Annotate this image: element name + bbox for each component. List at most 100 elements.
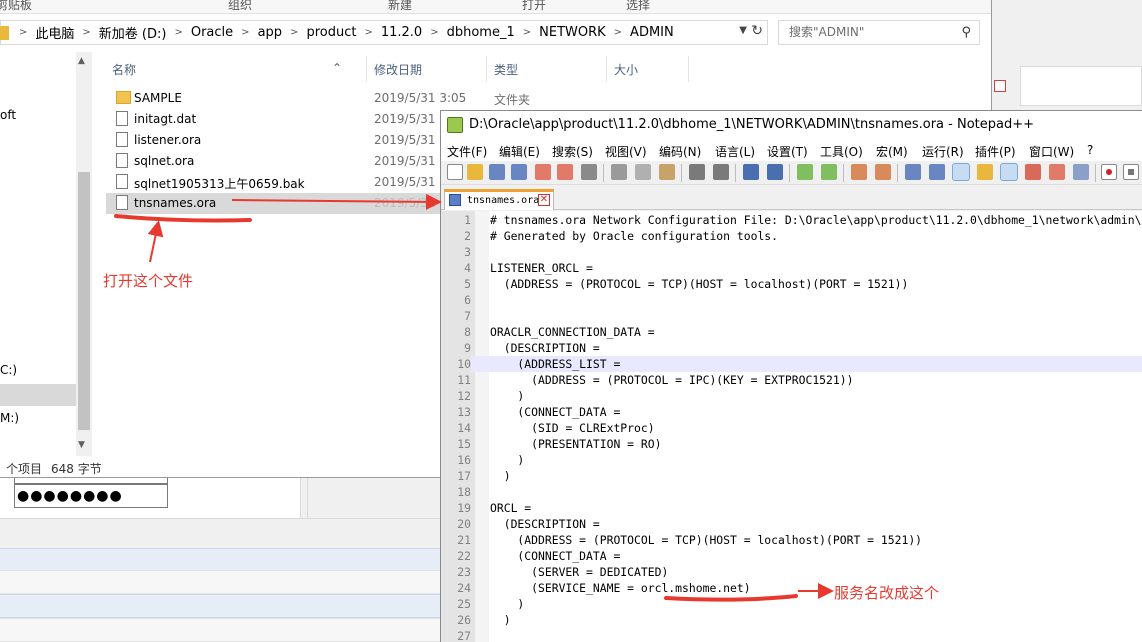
new-file-icon[interactable] bbox=[447, 164, 463, 180]
doc-map-icon[interactable] bbox=[1000, 163, 1018, 181]
code-line[interactable]: 3 bbox=[441, 244, 1142, 260]
code-editor[interactable]: 1 # tnsnames.ora Network Configuration Fi… bbox=[441, 211, 1142, 642]
code-line[interactable]: 5 (ADDRESS = (PROTOCOL = TCP)(HOST = loc… bbox=[441, 276, 1142, 292]
chevron-right-icon[interactable]: > bbox=[519, 27, 535, 38]
breadcrumb-network[interactable]: NETWORK bbox=[535, 25, 610, 40]
sync-vertical-icon[interactable] bbox=[851, 164, 867, 180]
column-divider[interactable] bbox=[366, 56, 367, 82]
scroll-up-icon[interactable]: ▲ bbox=[78, 56, 85, 66]
menu-macro[interactable]: 宏(M) bbox=[876, 143, 908, 160]
nav-scrollbar[interactable]: ▲ ▼ bbox=[76, 52, 92, 456]
code-line[interactable]: 19 ORCL = bbox=[441, 500, 1142, 516]
code-line[interactable]: 23 (SERVER = DEDICATED) bbox=[441, 564, 1142, 580]
undo-icon[interactable] bbox=[689, 164, 705, 180]
code-line[interactable]: 21 (ADDRESS = (PROTOCOL = TCP)(HOST = lo… bbox=[441, 532, 1142, 548]
code-line[interactable]: 20 (DESCRIPTION = bbox=[441, 516, 1142, 532]
code-line[interactable]: 7 bbox=[441, 308, 1142, 324]
column-divider[interactable] bbox=[606, 56, 607, 82]
menu-help[interactable]: ? bbox=[1087, 143, 1093, 157]
close-file-icon[interactable] bbox=[535, 164, 551, 180]
open-file-icon[interactable] bbox=[467, 164, 483, 180]
search-input[interactable]: 搜索"ADMIN" ⚲ bbox=[778, 20, 980, 45]
background-checkbox[interactable] bbox=[994, 80, 1006, 92]
nav-item[interactable]: oft bbox=[0, 108, 16, 122]
column-divider[interactable] bbox=[688, 56, 689, 82]
copy-icon[interactable] bbox=[635, 164, 651, 180]
chevron-down-icon[interactable]: ▼ bbox=[739, 25, 747, 36]
code-line[interactable]: 6 bbox=[441, 292, 1142, 308]
zoom-out-icon[interactable] bbox=[821, 164, 837, 180]
breadcrumb-drive[interactable]: 新加卷 (D:) bbox=[95, 23, 171, 42]
column-size[interactable]: 大小 bbox=[614, 61, 638, 78]
menu-view[interactable]: 视图(V) bbox=[605, 143, 647, 160]
code-line[interactable]: 17 ) bbox=[441, 468, 1142, 484]
chevron-right-icon[interactable]: > bbox=[237, 27, 253, 38]
chevron-right-icon[interactable]: > bbox=[15, 27, 31, 38]
zoom-in-icon[interactable] bbox=[797, 164, 813, 180]
chevron-right-icon[interactable]: > bbox=[170, 27, 186, 38]
code-line[interactable]: 18 bbox=[441, 484, 1142, 500]
code-line[interactable]: 11 (ADDRESS = (PROTOCOL = IPC)(KEY = EXT… bbox=[441, 372, 1142, 388]
code-line[interactable]: 15 (PRESENTATION = RO) bbox=[441, 436, 1142, 452]
menu-tools[interactable]: 工具(O) bbox=[820, 143, 863, 160]
menu-edit[interactable]: 编辑(E) bbox=[499, 143, 540, 160]
sync-horizontal-icon[interactable] bbox=[875, 164, 891, 180]
nav-item[interactable]: M:) bbox=[0, 411, 19, 425]
code-line[interactable]: 25 ) bbox=[441, 596, 1142, 612]
code-line[interactable]: 14 (SID = CLRExtProc) bbox=[441, 420, 1142, 436]
code-line[interactable]: 26 ) bbox=[441, 612, 1142, 628]
scroll-down-icon[interactable]: ▼ bbox=[78, 440, 85, 450]
search-icon[interactable]: ⚲ bbox=[961, 21, 971, 44]
chevron-right-icon[interactable]: > bbox=[360, 27, 376, 38]
chevron-right-icon[interactable]: > bbox=[426, 27, 442, 38]
file-row-folder[interactable]: SAMPLE 2019/5/31 3:05 文件夹 bbox=[106, 88, 986, 109]
function-list-icon[interactable] bbox=[1025, 164, 1041, 180]
find-icon[interactable] bbox=[743, 164, 759, 180]
column-type[interactable]: 类型 bbox=[494, 61, 518, 78]
menu-language[interactable]: 语言(L) bbox=[715, 143, 755, 160]
menu-settings[interactable]: 设置(T) bbox=[767, 143, 808, 160]
menu-search[interactable]: 搜索(S) bbox=[552, 143, 593, 160]
stop-macro-icon[interactable] bbox=[1123, 164, 1139, 180]
menu-file[interactable]: 文件(F) bbox=[447, 143, 487, 160]
column-divider[interactable] bbox=[486, 56, 487, 82]
refresh-icon[interactable]: ↻ bbox=[751, 23, 763, 39]
nav-item-selected[interactable] bbox=[0, 384, 76, 406]
close-icon[interactable]: ✕ bbox=[538, 194, 550, 206]
breadcrumb-app[interactable]: app bbox=[254, 25, 286, 40]
tab-tnsnames[interactable]: tnsnames.ora ✕ bbox=[444, 189, 554, 210]
breadcrumb-this-pc[interactable]: 此电脑 bbox=[31, 23, 78, 42]
menu-run[interactable]: 运行(R) bbox=[922, 143, 964, 160]
chevron-right-icon[interactable]: > bbox=[78, 27, 94, 38]
scrollbar-thumb[interactable] bbox=[78, 172, 90, 430]
nav-item[interactable]: C:) bbox=[0, 363, 17, 377]
code-line[interactable]: 16 ) bbox=[441, 452, 1142, 468]
cut-icon[interactable] bbox=[611, 164, 627, 180]
close-all-icon[interactable] bbox=[557, 164, 573, 180]
replace-icon[interactable] bbox=[767, 164, 783, 180]
paste-icon[interactable] bbox=[659, 164, 675, 180]
code-line[interactable]: 8 ORACLR_CONNECTION_DATA = bbox=[441, 324, 1142, 340]
background-password-field[interactable]: ●●●●●●●● bbox=[14, 484, 168, 508]
code-line[interactable]: 22 (CONNECT_DATA = bbox=[441, 548, 1142, 564]
record-macro-icon[interactable] bbox=[1101, 164, 1117, 180]
user-language-icon[interactable] bbox=[977, 164, 993, 180]
word-wrap-icon[interactable] bbox=[905, 164, 921, 180]
save-icon[interactable] bbox=[489, 164, 505, 180]
breadcrumb-oracle[interactable]: Oracle bbox=[187, 25, 237, 40]
chevron-right-icon[interactable]: > bbox=[286, 27, 302, 38]
print-icon[interactable] bbox=[581, 164, 597, 180]
code-line[interactable]: 12 ) bbox=[441, 388, 1142, 404]
column-date[interactable]: 修改日期 bbox=[374, 61, 422, 78]
menu-plugins[interactable]: 插件(P) bbox=[975, 143, 1016, 160]
breadcrumb-version[interactable]: 11.2.0 bbox=[377, 25, 426, 40]
save-all-icon[interactable] bbox=[511, 164, 527, 180]
show-all-chars-icon[interactable] bbox=[929, 164, 945, 180]
code-line[interactable]: 2 # Generated by Oracle configuration too… bbox=[441, 228, 1142, 244]
monitoring-icon[interactable] bbox=[1073, 164, 1089, 180]
breadcrumb-product[interactable]: product bbox=[302, 25, 360, 40]
address-bar[interactable]: > 此电脑 > 新加卷 (D:) > Oracle > app > produc… bbox=[0, 20, 768, 45]
breadcrumb-dbhome[interactable]: dbhome_1 bbox=[443, 25, 519, 40]
column-name[interactable]: 名称 bbox=[112, 61, 136, 78]
breadcrumb-admin[interactable]: ADMIN bbox=[626, 25, 678, 40]
